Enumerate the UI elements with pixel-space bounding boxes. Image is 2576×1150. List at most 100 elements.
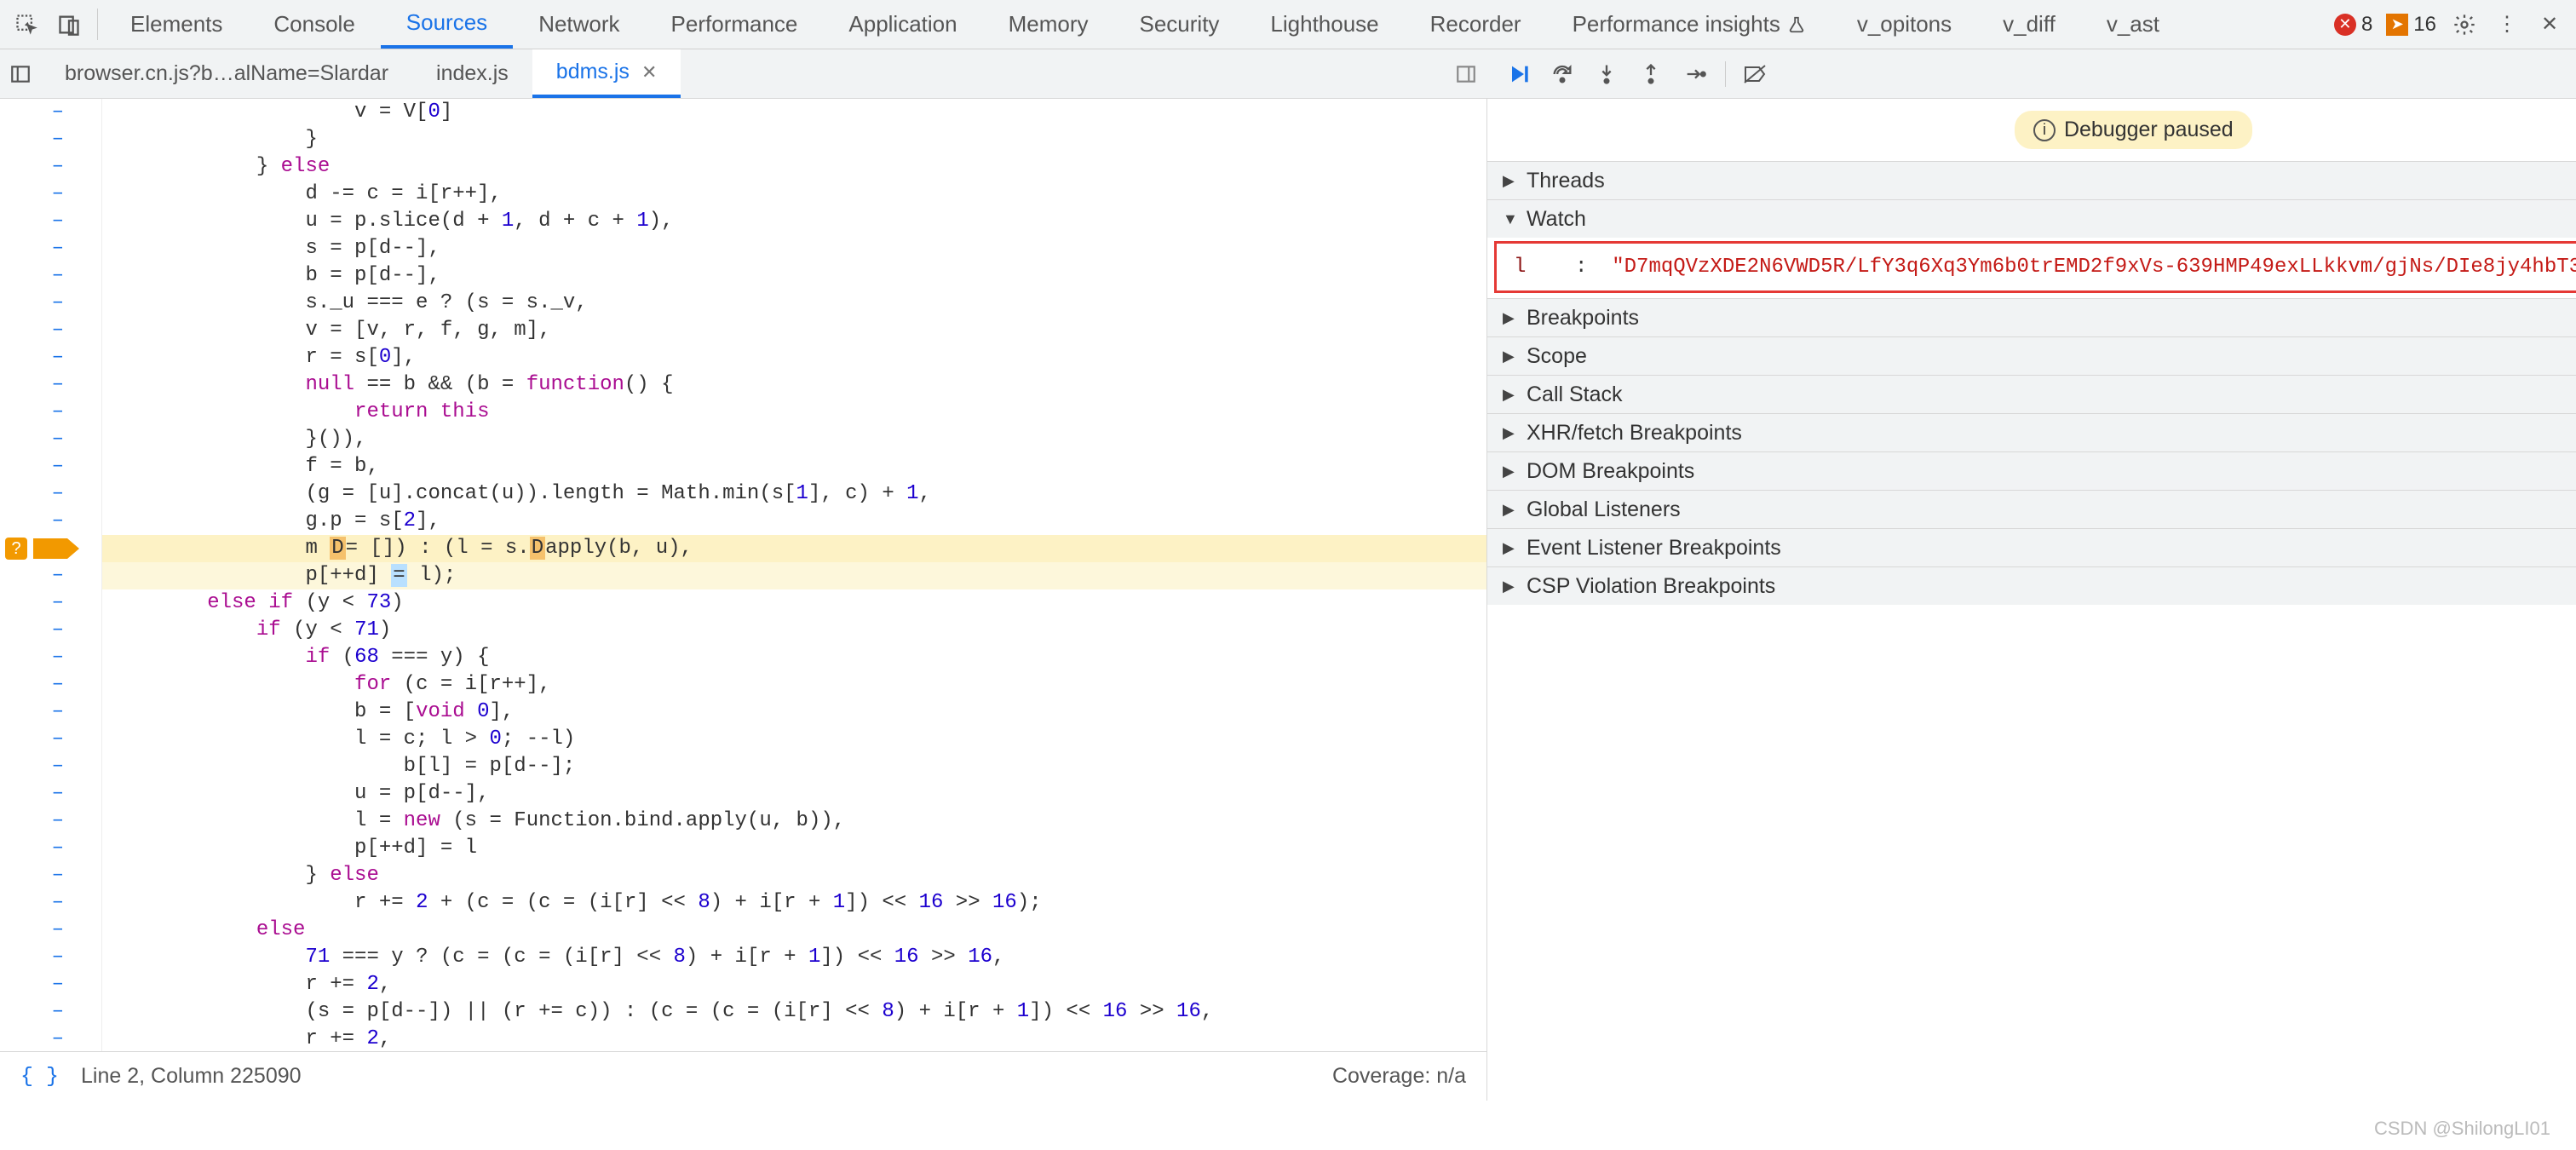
breakpoint-arrow-icon[interactable] [33,538,67,559]
code-line[interactable]: s._u === e ? (s = s._v, [102,290,1486,317]
code-line[interactable]: f = b, [102,453,1486,480]
gutter-fold-dash[interactable]: – [52,153,64,181]
close-icon[interactable]: ✕ [641,61,657,83]
gutter-fold-dash[interactable]: – [52,699,64,726]
panel-tab-v_opitons[interactable]: v_opitons [1831,0,1977,49]
panel-tab-elements[interactable]: Elements [105,0,248,49]
gutter-fold-dash[interactable]: – [52,453,64,480]
gutter-fold-dash[interactable]: – [52,753,64,780]
deactivate-breakpoints-icon[interactable] [1741,60,1770,89]
panel-tab-recorder[interactable]: Recorder [1405,0,1547,49]
file-tab[interactable]: browser.cn.js?b…alName=Slardar [41,49,412,98]
code-line[interactable]: (s = p[d--]) || (r += c)) : (c = (c = (i… [102,998,1486,1026]
gutter-fold-dash[interactable]: – [52,780,64,808]
panel-tab-network[interactable]: Network [513,0,645,49]
code-line[interactable]: } [102,126,1486,153]
code-line[interactable]: (g = [u].concat(u)).length = Math.min(s[… [102,480,1486,508]
code-line[interactable]: b = p[d--], [102,262,1486,290]
panel-tab-sources[interactable]: Sources [381,0,513,49]
warning-count[interactable]: ➤ 16 [2386,0,2436,49]
code-body[interactable]: v = V[0] } } else d -= c = i[r++], u = p… [102,99,1486,1101]
code-line[interactable]: }()), [102,426,1486,453]
gutter-fold-dash[interactable]: – [52,835,64,862]
code-line[interactable]: if (68 === y) { [102,644,1486,671]
code-line[interactable]: 71 === y ? (c = (c = (i[r] << 8) + i[r +… [102,944,1486,971]
code-gutter[interactable]: ––––––––––––––––––––––––––––––––––––––– … [0,99,102,1101]
code-line[interactable]: r += 2, [102,1026,1486,1053]
kebab-menu-icon[interactable]: ⋮ [2486,0,2528,49]
gutter-fold-dash[interactable]: – [52,562,64,589]
gutter-fold-dash[interactable]: – [52,235,64,262]
section-event-listener-breakpoints[interactable]: ▶Event Listener Breakpoints [1487,529,2576,566]
code-line[interactable]: r += 2 + (c = (c = (i[r] << 8) + i[r + 1… [102,889,1486,917]
navigator-toggle-icon[interactable] [0,49,41,98]
code-line[interactable]: r = s[0], [102,344,1486,371]
gutter-fold-dash[interactable]: – [52,944,64,971]
file-tab[interactable]: index.js [412,49,532,98]
code-line[interactable]: null == b && (b = function() { [102,371,1486,399]
code-line[interactable]: } else [102,862,1486,889]
gutter-fold-dash[interactable]: – [52,644,64,671]
gutter-fold-dash[interactable]: – [52,617,64,644]
section-xhr-breakpoints[interactable]: ▶XHR/fetch Breakpoints [1487,414,2576,451]
code-line[interactable]: else [102,917,1486,944]
code-line[interactable]: v = [v, r, f, g, m], [102,317,1486,344]
gutter-fold-dash[interactable]: – [52,208,64,235]
panel-tab-lighthouse[interactable]: Lighthouse [1245,0,1404,49]
gutter-fold-dash[interactable]: – [52,862,64,889]
section-threads[interactable]: ▶ Threads [1487,162,2576,199]
gutter-fold-dash[interactable]: – [52,917,64,944]
panel-tab-performance-insights[interactable]: Performance insights [1547,0,1831,49]
gutter-fold-dash[interactable]: – [52,426,64,453]
gutter-fold-dash[interactable]: – [52,808,64,835]
gutter-fold-dash[interactable]: – [52,971,64,998]
code-line[interactable]: u = p.slice(d + 1, d + c + 1), [102,208,1486,235]
file-tab[interactable]: bdms.js✕ [532,49,681,98]
panel-tab-security[interactable]: Security [1114,0,1245,49]
panel-tab-application[interactable]: Application [823,0,982,49]
gutter-fold-dash[interactable]: – [52,344,64,371]
panel-tab-performance[interactable]: Performance [646,0,824,49]
step-out-icon[interactable] [1636,60,1665,89]
gutter-fold-dash[interactable]: – [52,181,64,208]
code-line[interactable]: r += 2, [102,971,1486,998]
gutter-fold-dash[interactable]: – [52,998,64,1026]
code-line[interactable]: m D= []) : (l = s.Dapply(b, u), [102,535,1486,562]
gutter-fold-dash[interactable]: – [52,889,64,917]
gutter-fold-dash[interactable]: – [52,671,64,699]
device-toolbar-icon[interactable] [48,0,90,49]
error-count[interactable]: ✕ 8 [2334,0,2372,49]
gutter-fold-dash[interactable]: – [52,126,64,153]
gutter-fold-dash[interactable]: – [52,371,64,399]
warning-marker-icon[interactable]: ? [5,538,27,560]
gutter-fold-dash[interactable]: – [52,726,64,753]
gutter-fold-dash[interactable]: – [52,589,64,617]
code-line[interactable]: b[l] = p[d--]; [102,753,1486,780]
panel-tab-console[interactable]: Console [248,0,380,49]
code-line[interactable]: b = [void 0], [102,699,1486,726]
code-line[interactable]: else if (y < 73) [102,589,1486,617]
panel-tab-v_ast[interactable]: v_ast [2081,0,2185,49]
snippets-icon[interactable] [1446,49,1486,98]
panel-tab-v_diff[interactable]: v_diff [1977,0,2081,49]
code-line[interactable]: } else [102,153,1486,181]
settings-icon[interactable] [2443,0,2486,49]
resume-icon[interactable] [1504,60,1532,89]
close-devtools-icon[interactable]: ✕ [2528,0,2571,49]
code-line[interactable]: if (y < 71) [102,617,1486,644]
step-over-icon[interactable] [1548,60,1577,89]
gutter-fold-dash[interactable]: – [52,508,64,535]
gutter-fold-dash[interactable]: – [52,290,64,317]
code-line[interactable]: l = new (s = Function.bind.apply(u, b)), [102,808,1486,835]
code-line[interactable]: p[++d] = l); [102,562,1486,589]
gutter-fold-dash[interactable]: – [52,317,64,344]
code-line[interactable]: p[++d] = l [102,835,1486,862]
section-dom-breakpoints[interactable]: ▶DOM Breakpoints [1487,452,2576,490]
code-line[interactable]: return this [102,399,1486,426]
gutter-fold-dash[interactable]: – [52,99,64,126]
section-scope[interactable]: ▶Scope [1487,337,2576,375]
gutter-fold-dash[interactable]: – [52,480,64,508]
inspect-element-icon[interactable] [5,0,48,49]
panel-tab-memory[interactable]: Memory [983,0,1114,49]
gutter-fold-dash[interactable]: – [52,1026,64,1053]
